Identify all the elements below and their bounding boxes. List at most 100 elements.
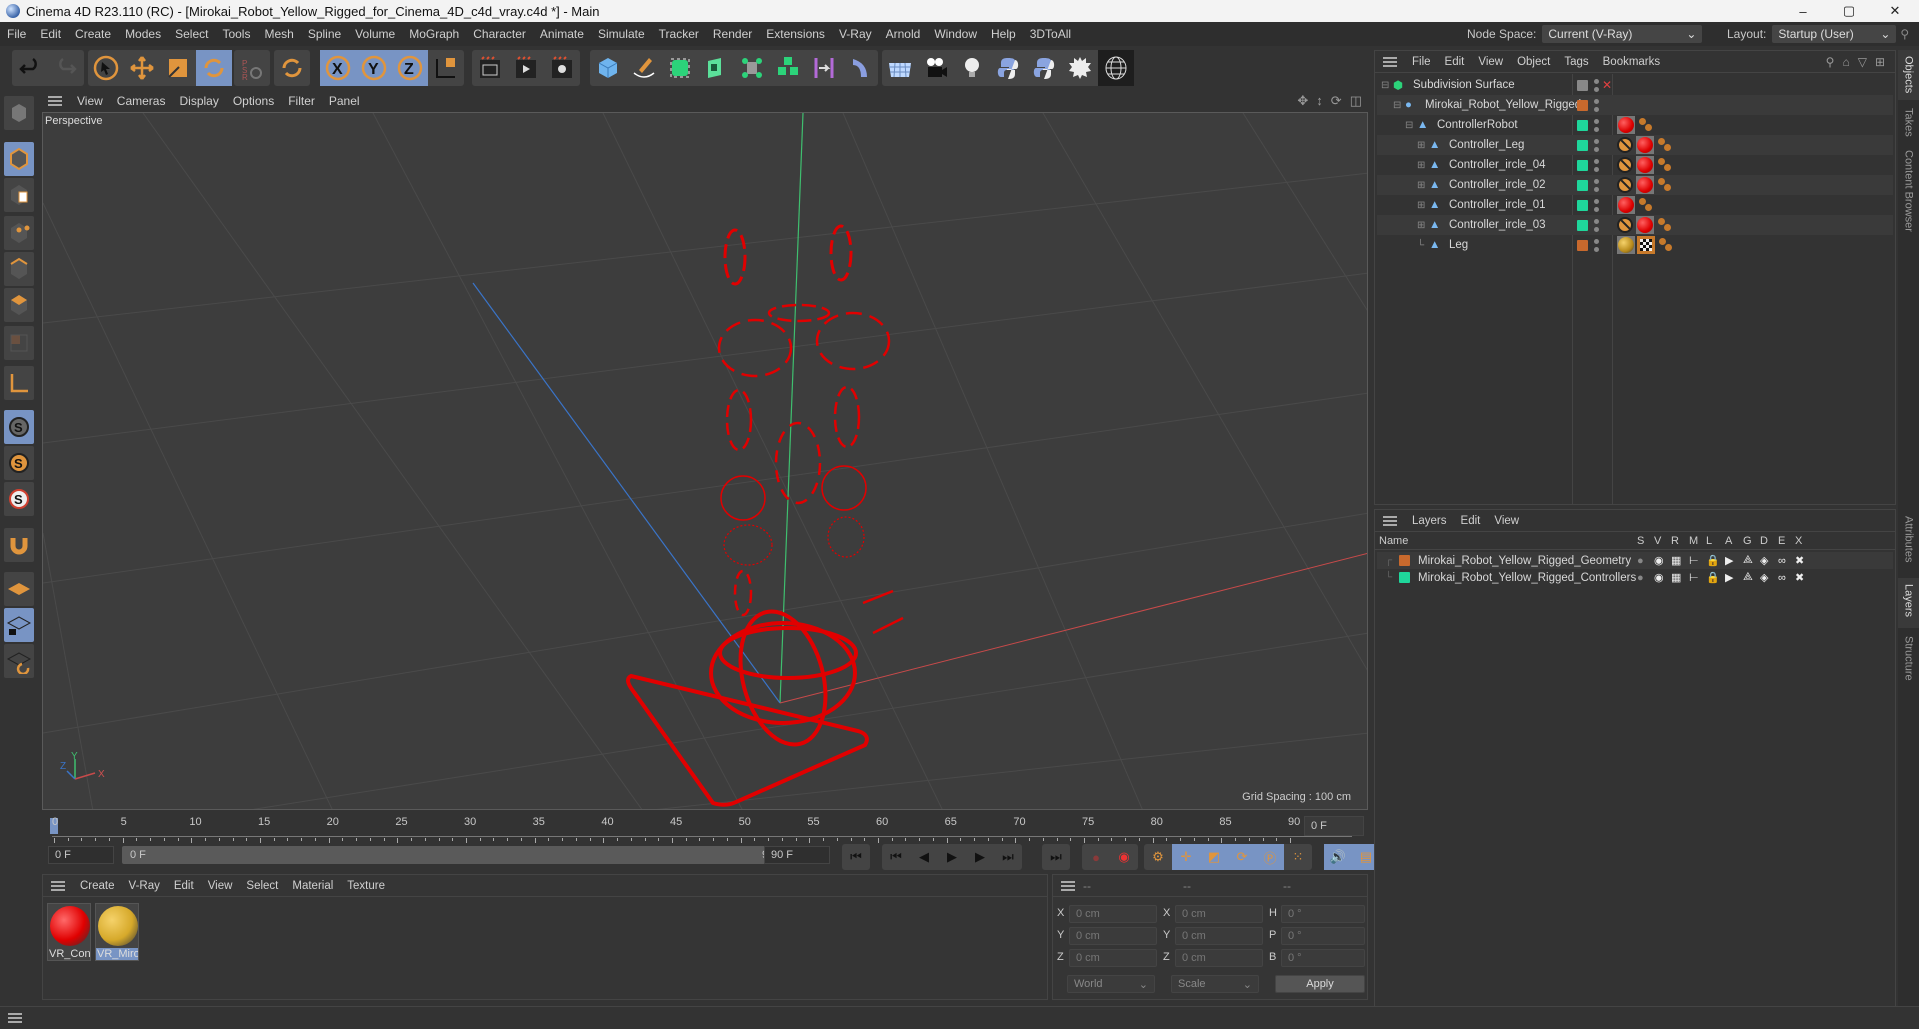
size-mode-dropdown[interactable]: Scale ⌄	[1171, 975, 1259, 993]
subdivision-button[interactable]	[662, 50, 698, 86]
ik-tag-icon[interactable]	[1658, 178, 1672, 192]
minimize-button[interactable]: –	[1780, 0, 1826, 22]
previous-key-button[interactable]: ⏮	[882, 844, 910, 870]
explosion-button[interactable]	[1062, 50, 1098, 86]
visibility-dots[interactable]	[1594, 238, 1599, 252]
layer-menu-view[interactable]: View	[1487, 515, 1526, 527]
move-button[interactable]	[124, 50, 160, 86]
menu-window[interactable]: Window	[927, 27, 984, 41]
expand-toggle-icon[interactable]: ⊟	[1405, 120, 1417, 131]
visible-editor-icon[interactable]: ◉	[1654, 571, 1664, 584]
search-icon[interactable]: ⚲	[1826, 55, 1835, 69]
key-pla-icon[interactable]: ⁙	[1284, 844, 1312, 870]
layer-column-x[interactable]: X	[1795, 535, 1802, 547]
ik-tag-icon[interactable]	[1658, 158, 1672, 172]
expand-toggle-icon[interactable]: ⊞	[1417, 160, 1429, 171]
menu-help[interactable]: Help	[984, 27, 1023, 41]
key-parameter-icon[interactable]: Ⓟ	[1256, 844, 1284, 870]
menu-spline[interactable]: Spline	[301, 27, 348, 41]
current-frame-field[interactable]: 0 F	[1304, 816, 1364, 836]
material-menu-texture[interactable]: Texture	[340, 880, 392, 892]
menu-arnold[interactable]: Arnold	[879, 27, 928, 41]
sky-sphere-button[interactable]	[1098, 50, 1134, 86]
protection-tag-icon[interactable]	[1617, 177, 1633, 193]
layer-column-s[interactable]: S	[1637, 535, 1644, 547]
position-field[interactable]: 0 cm	[1069, 927, 1157, 945]
animation-icon[interactable]: ▶	[1725, 571, 1733, 584]
undo-button[interactable]	[12, 50, 48, 86]
ik-tag-icon[interactable]	[1639, 198, 1653, 212]
ik-tag-icon[interactable]	[1658, 138, 1672, 152]
psr-button[interactable]: PSR	[234, 50, 270, 86]
apply-button[interactable]: Apply	[1275, 975, 1365, 993]
expressions-icon[interactable]: ∞	[1778, 572, 1786, 584]
menu-create[interactable]: Create	[68, 27, 118, 41]
material-tag-icon[interactable]	[1636, 136, 1654, 154]
menu-volume[interactable]: Volume	[348, 27, 402, 41]
generators-icon[interactable]: ⟁	[1743, 571, 1753, 584]
key-position-icon[interactable]: ✛	[1172, 844, 1200, 870]
layer-menu-icon[interactable]	[1383, 515, 1397, 526]
scale-button[interactable]	[160, 50, 196, 86]
x-axis-button[interactable]: X	[320, 50, 356, 86]
workplane-align-button[interactable]	[4, 644, 34, 678]
material-tag-icon[interactable]	[1617, 196, 1635, 214]
coordinate-system-button[interactable]	[428, 50, 464, 86]
layer-color-swatch[interactable]	[1577, 79, 1588, 91]
deformer-button[interactable]	[842, 50, 878, 86]
object-row[interactable]: ⊞ ▲ Controller_ircle_04	[1377, 155, 1893, 175]
object-row[interactable]: ⊟ ● Mirokai_Robot_Yellow_Rigged	[1377, 95, 1893, 115]
material-menu-icon[interactable]	[51, 880, 65, 891]
filter-icon[interactable]: ▽	[1858, 55, 1867, 69]
layer-column-v[interactable]: V	[1654, 535, 1661, 547]
layer-menu-layers[interactable]: Layers	[1405, 515, 1454, 527]
node-space-dropdown[interactable]: Current (V-Ray) ⌄	[1542, 25, 1703, 43]
next-key-button[interactable]: ⏭	[994, 844, 1022, 870]
protection-tag-icon[interactable]	[1617, 137, 1633, 153]
floor-button[interactable]	[882, 50, 918, 86]
layer-color-swatch[interactable]	[1577, 99, 1588, 111]
menu-mesh[interactable]: Mesh	[257, 27, 300, 41]
object-name[interactable]: Mirokai_Robot_Yellow_Rigged	[1425, 99, 1581, 111]
menu-animate[interactable]: Animate	[533, 27, 591, 41]
tab-attributes[interactable]: Attributes	[1898, 510, 1919, 576]
protection-tag-icon[interactable]	[1617, 217, 1633, 233]
manager-icon[interactable]: ⊢	[1689, 571, 1699, 584]
layer-column-g[interactable]: G	[1743, 535, 1752, 547]
render-settings-button[interactable]	[544, 50, 580, 86]
y-axis-button[interactable]: Y	[356, 50, 392, 86]
workplane-snap-button[interactable]: S	[4, 482, 34, 516]
perspective-viewport[interactable]: Perspective Y X Z Grid Spacing : 100 cm	[42, 112, 1368, 810]
expand-toggle-icon[interactable]: ⊞	[1417, 180, 1429, 191]
layer-column-r[interactable]: R	[1671, 535, 1679, 547]
object-name[interactable]: Controller_ircle_02	[1449, 179, 1546, 191]
layer-color-swatch[interactable]	[1577, 219, 1588, 231]
viewport-menu-display[interactable]: Display	[172, 94, 225, 108]
layer-color-swatch[interactable]	[1577, 139, 1588, 151]
object-row[interactable]: ⊞ ▲ Controller_Leg	[1377, 135, 1893, 155]
xref-icon[interactable]: ✖	[1795, 554, 1804, 567]
layout-dropdown[interactable]: Startup (User) ⌄	[1772, 25, 1897, 43]
tree-line-icon[interactable]: └	[1417, 240, 1429, 251]
object-name[interactable]: ControllerRobot	[1437, 119, 1518, 131]
material-menu-material[interactable]: Material	[285, 880, 340, 892]
layer-color-swatch[interactable]	[1577, 159, 1588, 171]
generators-icon[interactable]: ⟁	[1743, 554, 1753, 567]
visibility-dots[interactable]	[1594, 98, 1599, 112]
expand-toggle-icon[interactable]: ⊞	[1417, 200, 1429, 211]
redo-button[interactable]	[48, 50, 84, 86]
object-name[interactable]: Subdivision Surface	[1413, 79, 1515, 91]
visibility-dots[interactable]	[1594, 78, 1599, 92]
render-picture-viewer-button[interactable]	[508, 50, 544, 86]
z-axis-button[interactable]: Z	[392, 50, 428, 86]
cube-button[interactable]	[590, 50, 626, 86]
object-name[interactable]: Controller_ircle_04	[1449, 159, 1546, 171]
symmetry-button[interactable]	[806, 50, 842, 86]
menu-3dtoall[interactable]: 3DToAll	[1023, 27, 1078, 41]
end-frame-field[interactable]: 90 F	[764, 846, 830, 864]
key-scale-icon[interactable]: ◩	[1200, 844, 1228, 870]
camera-button[interactable]	[918, 50, 954, 86]
coordinates-menu-icon[interactable]	[1061, 880, 1075, 891]
viewport-menu-options[interactable]: Options	[226, 94, 281, 108]
viewport-menu-filter[interactable]: Filter	[281, 94, 322, 108]
